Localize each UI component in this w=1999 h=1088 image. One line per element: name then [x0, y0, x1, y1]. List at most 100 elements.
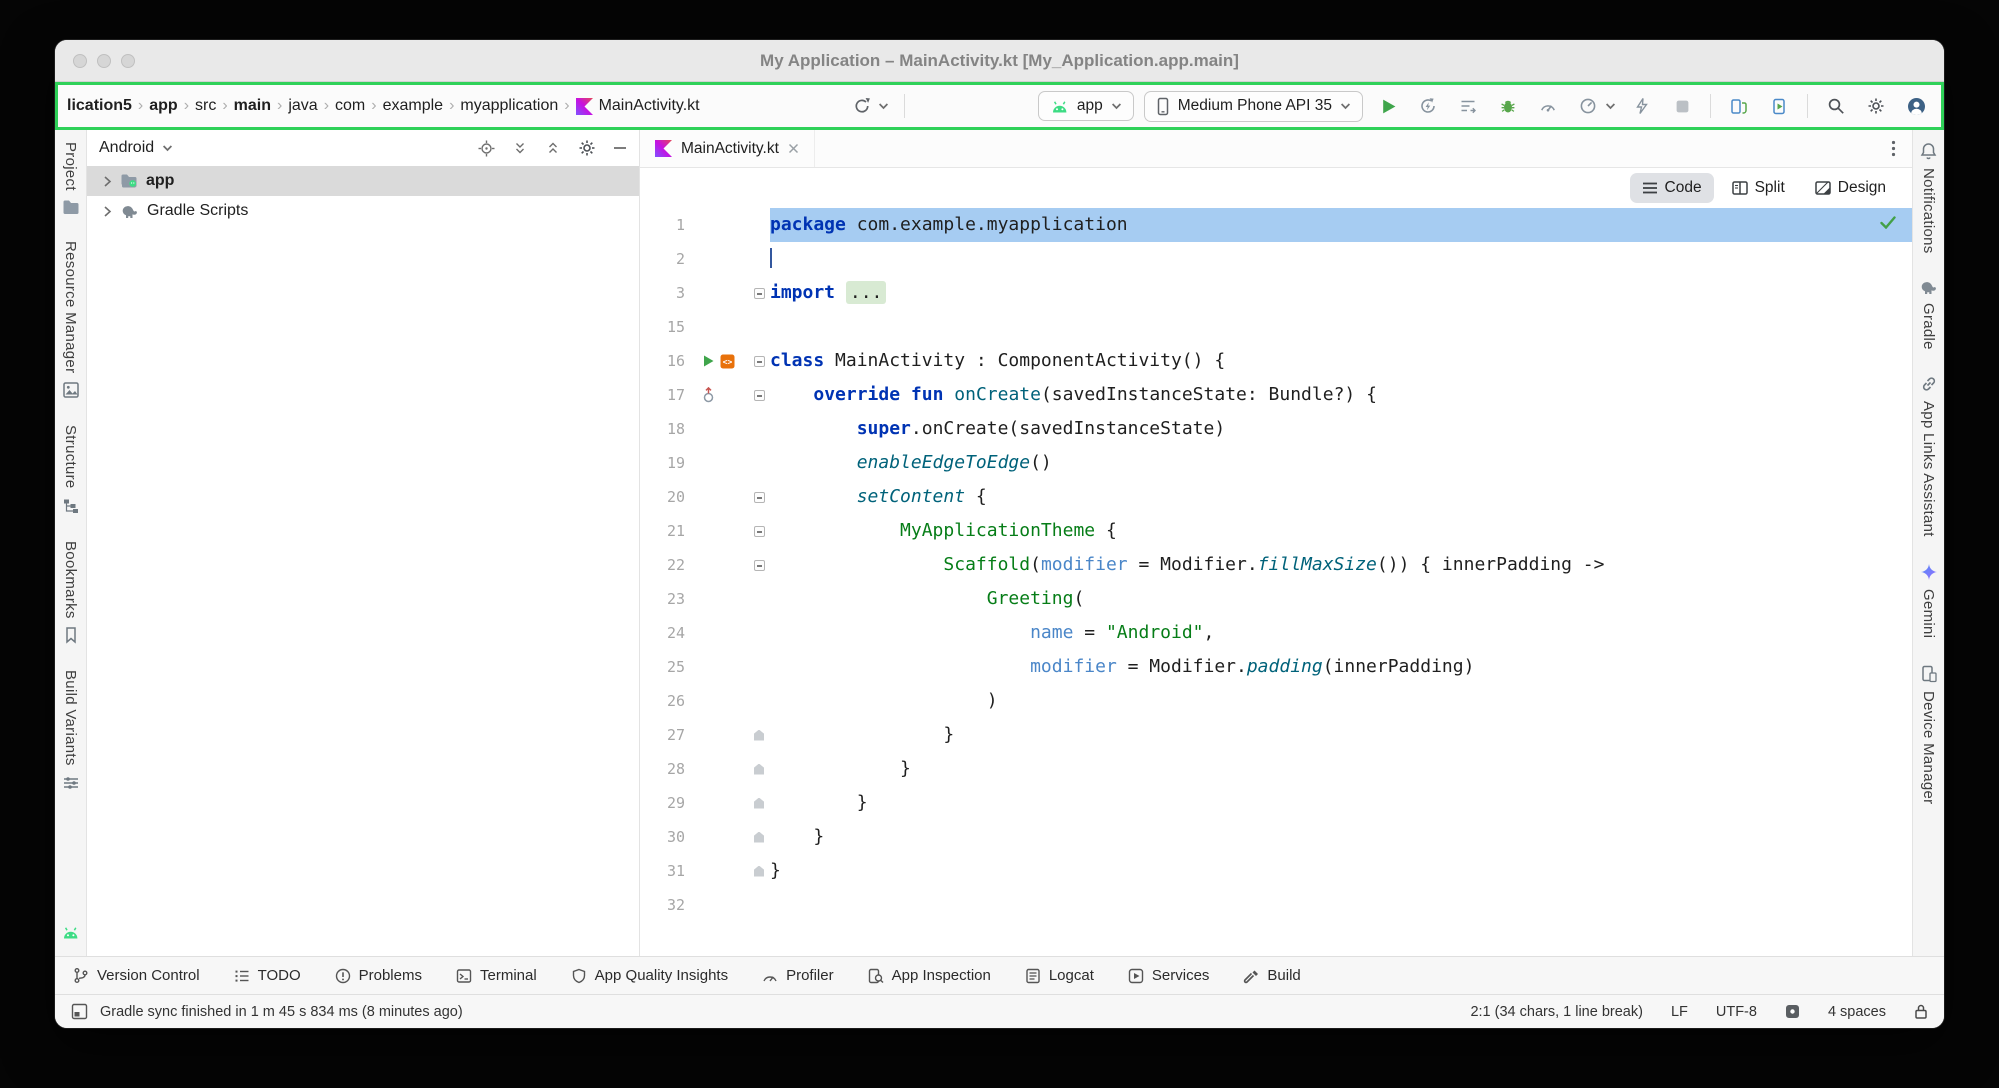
code-line[interactable]: 27 }	[640, 718, 1912, 752]
fold-close-icon[interactable]	[754, 764, 764, 775]
file-encoding[interactable]: UTF-8	[1716, 1004, 1757, 1020]
code-line[interactable]: 17 override fun onCreate(savedInstanceSt…	[640, 378, 1912, 412]
search-everywhere-button[interactable]	[1821, 91, 1851, 121]
settings-gear-icon[interactable]	[578, 139, 596, 157]
code-line[interactable]: 26 )	[640, 684, 1912, 718]
status-indicator[interactable]	[1785, 1004, 1800, 1019]
code-line[interactable]: 16<>class MainActivity : ComponentActivi…	[640, 344, 1912, 378]
tool-windows-icon[interactable]	[71, 1003, 88, 1020]
code-line[interactable]: 18 super.onCreate(savedInstanceState)	[640, 412, 1912, 446]
fold-marker[interactable]	[748, 276, 770, 310]
breadcrumb-item[interactable]: java	[284, 95, 321, 117]
account-button[interactable]	[1901, 91, 1931, 121]
tool-button-bookmarks[interactable]: Bookmarks	[62, 541, 79, 645]
breadcrumb-item[interactable]: com	[331, 95, 369, 117]
tool-button-gradle[interactable]: Gradle	[1919, 280, 1938, 350]
code-line[interactable]: 28 }	[640, 752, 1912, 786]
breadcrumb-item[interactable]: example	[379, 95, 447, 117]
tool-window-button-todo[interactable]: TODO	[234, 967, 301, 984]
code-line[interactable]: 20 setContent {	[640, 480, 1912, 514]
profile-low-overhead-button[interactable]	[1627, 91, 1657, 121]
tool-button-device-manager[interactable]: Device Manager	[1920, 665, 1938, 804]
zoom-window-button[interactable]	[121, 54, 135, 68]
fold-marker[interactable]	[748, 378, 770, 412]
inspection-check-icon[interactable]	[1880, 216, 1896, 229]
tool-button-structure[interactable]: Structure	[62, 425, 80, 515]
project-view-selector[interactable]: Android	[99, 139, 173, 157]
device-selector-dropdown[interactable]: Medium Phone API 35	[1144, 91, 1363, 122]
code-line[interactable]: 22 Scaffold(modifier = Modifier.fillMaxS…	[640, 548, 1912, 582]
fold-open-icon[interactable]	[754, 390, 765, 401]
code-line[interactable]: 24 name = "Android",	[640, 616, 1912, 650]
tool-window-button-version-control[interactable]: Version Control	[73, 967, 200, 984]
code-line[interactable]: 32	[640, 888, 1912, 922]
compose-icon[interactable]: <>	[720, 354, 735, 369]
run-icon[interactable]	[702, 354, 715, 368]
breadcrumb-item[interactable]: app	[145, 95, 181, 117]
running-devices-button[interactable]	[1764, 91, 1794, 121]
code-line[interactable]: 25 modifier = Modifier.padding(innerPadd…	[640, 650, 1912, 684]
code-line[interactable]: 31}	[640, 854, 1912, 888]
fold-close-icon[interactable]	[754, 730, 764, 741]
readonly-lock[interactable]	[1914, 1003, 1928, 1020]
code-line[interactable]: 15	[640, 310, 1912, 344]
hide-icon[interactable]	[613, 146, 627, 150]
settings-button[interactable]	[1861, 91, 1891, 121]
caret-position[interactable]: 2:1 (34 chars, 1 line break)	[1470, 1004, 1642, 1020]
tool-window-button-app-quality-insights[interactable]: App Quality Insights	[571, 967, 728, 984]
tool-window-button-profiler[interactable]: Profiler	[762, 967, 834, 984]
fold-open-icon[interactable]	[754, 492, 765, 503]
fold-marker[interactable]	[748, 786, 770, 820]
fold-marker[interactable]	[748, 548, 770, 582]
profiler-button[interactable]	[1573, 91, 1603, 121]
tree-node-gradle-scripts[interactable]: Gradle Scripts	[87, 196, 639, 226]
code-line[interactable]: 30 }	[640, 820, 1912, 854]
tree-node-app[interactable]: app	[87, 166, 639, 196]
fold-close-icon[interactable]	[754, 866, 764, 877]
profile-app-button[interactable]	[1533, 91, 1563, 121]
code-line[interactable]: 1package com.example.myapplication	[640, 208, 1912, 242]
fold-open-icon[interactable]	[754, 560, 765, 571]
fold-open-icon[interactable]	[754, 288, 765, 299]
code-line[interactable]: 3import ...	[640, 276, 1912, 310]
stop-button[interactable]	[1667, 91, 1697, 121]
tool-window-button-app-inspection[interactable]: App Inspection	[868, 967, 991, 984]
tool-button-resource-manager[interactable]: Resource Manager	[62, 241, 80, 399]
sync-project-button[interactable]	[847, 91, 877, 121]
breadcrumb-item[interactable]: MainActivity.kt	[572, 95, 704, 117]
view-mode-code[interactable]: Code	[1630, 173, 1714, 203]
breadcrumb-item[interactable]: main	[230, 95, 275, 117]
apply-changes-button[interactable]	[1413, 91, 1443, 121]
code-editor[interactable]: 1package com.example.myapplication23impo…	[640, 208, 1912, 956]
fold-marker[interactable]	[748, 718, 770, 752]
fold-close-icon[interactable]	[754, 832, 764, 843]
fold-close-icon[interactable]	[754, 798, 764, 809]
indent-style[interactable]: 4 spaces	[1828, 1004, 1886, 1020]
debug-button[interactable]	[1493, 91, 1523, 121]
editor-tab[interactable]: MainActivity.kt	[640, 130, 815, 167]
code-line[interactable]: 19 enableEdgeToEdge()	[640, 446, 1912, 480]
breadcrumb-item[interactable]: src	[191, 95, 220, 117]
close-tab-icon[interactable]	[788, 143, 799, 154]
view-mode-split[interactable]: Split	[1720, 173, 1797, 203]
close-window-button[interactable]	[73, 54, 87, 68]
tool-button-project[interactable]: Project	[62, 142, 80, 215]
breadcrumb-item[interactable]: myapplication	[456, 95, 562, 117]
code-line[interactable]: 29 }	[640, 786, 1912, 820]
tool-button-notifications[interactable]: Notifications	[1920, 142, 1937, 254]
tool-button-app-links-assistant[interactable]: App Links Assistant	[1920, 375, 1938, 537]
chevron-down-icon[interactable]	[877, 91, 891, 121]
locate-icon[interactable]	[478, 140, 495, 157]
code-line[interactable]: 21 MyApplicationTheme {	[640, 514, 1912, 548]
tool-button-gemini[interactable]: Gemini	[1920, 563, 1938, 638]
fold-marker[interactable]	[748, 820, 770, 854]
override-icon[interactable]	[702, 387, 715, 403]
tool-window-button-build[interactable]: Build	[1243, 967, 1300, 984]
run-button[interactable]	[1373, 91, 1403, 121]
view-mode-design[interactable]: Design	[1803, 173, 1898, 203]
fold-marker[interactable]	[748, 344, 770, 378]
tool-window-button-services[interactable]: Services	[1128, 967, 1210, 984]
breadcrumb-item[interactable]: lication5	[63, 95, 136, 117]
fold-open-icon[interactable]	[754, 356, 765, 367]
fold-marker[interactable]	[748, 752, 770, 786]
